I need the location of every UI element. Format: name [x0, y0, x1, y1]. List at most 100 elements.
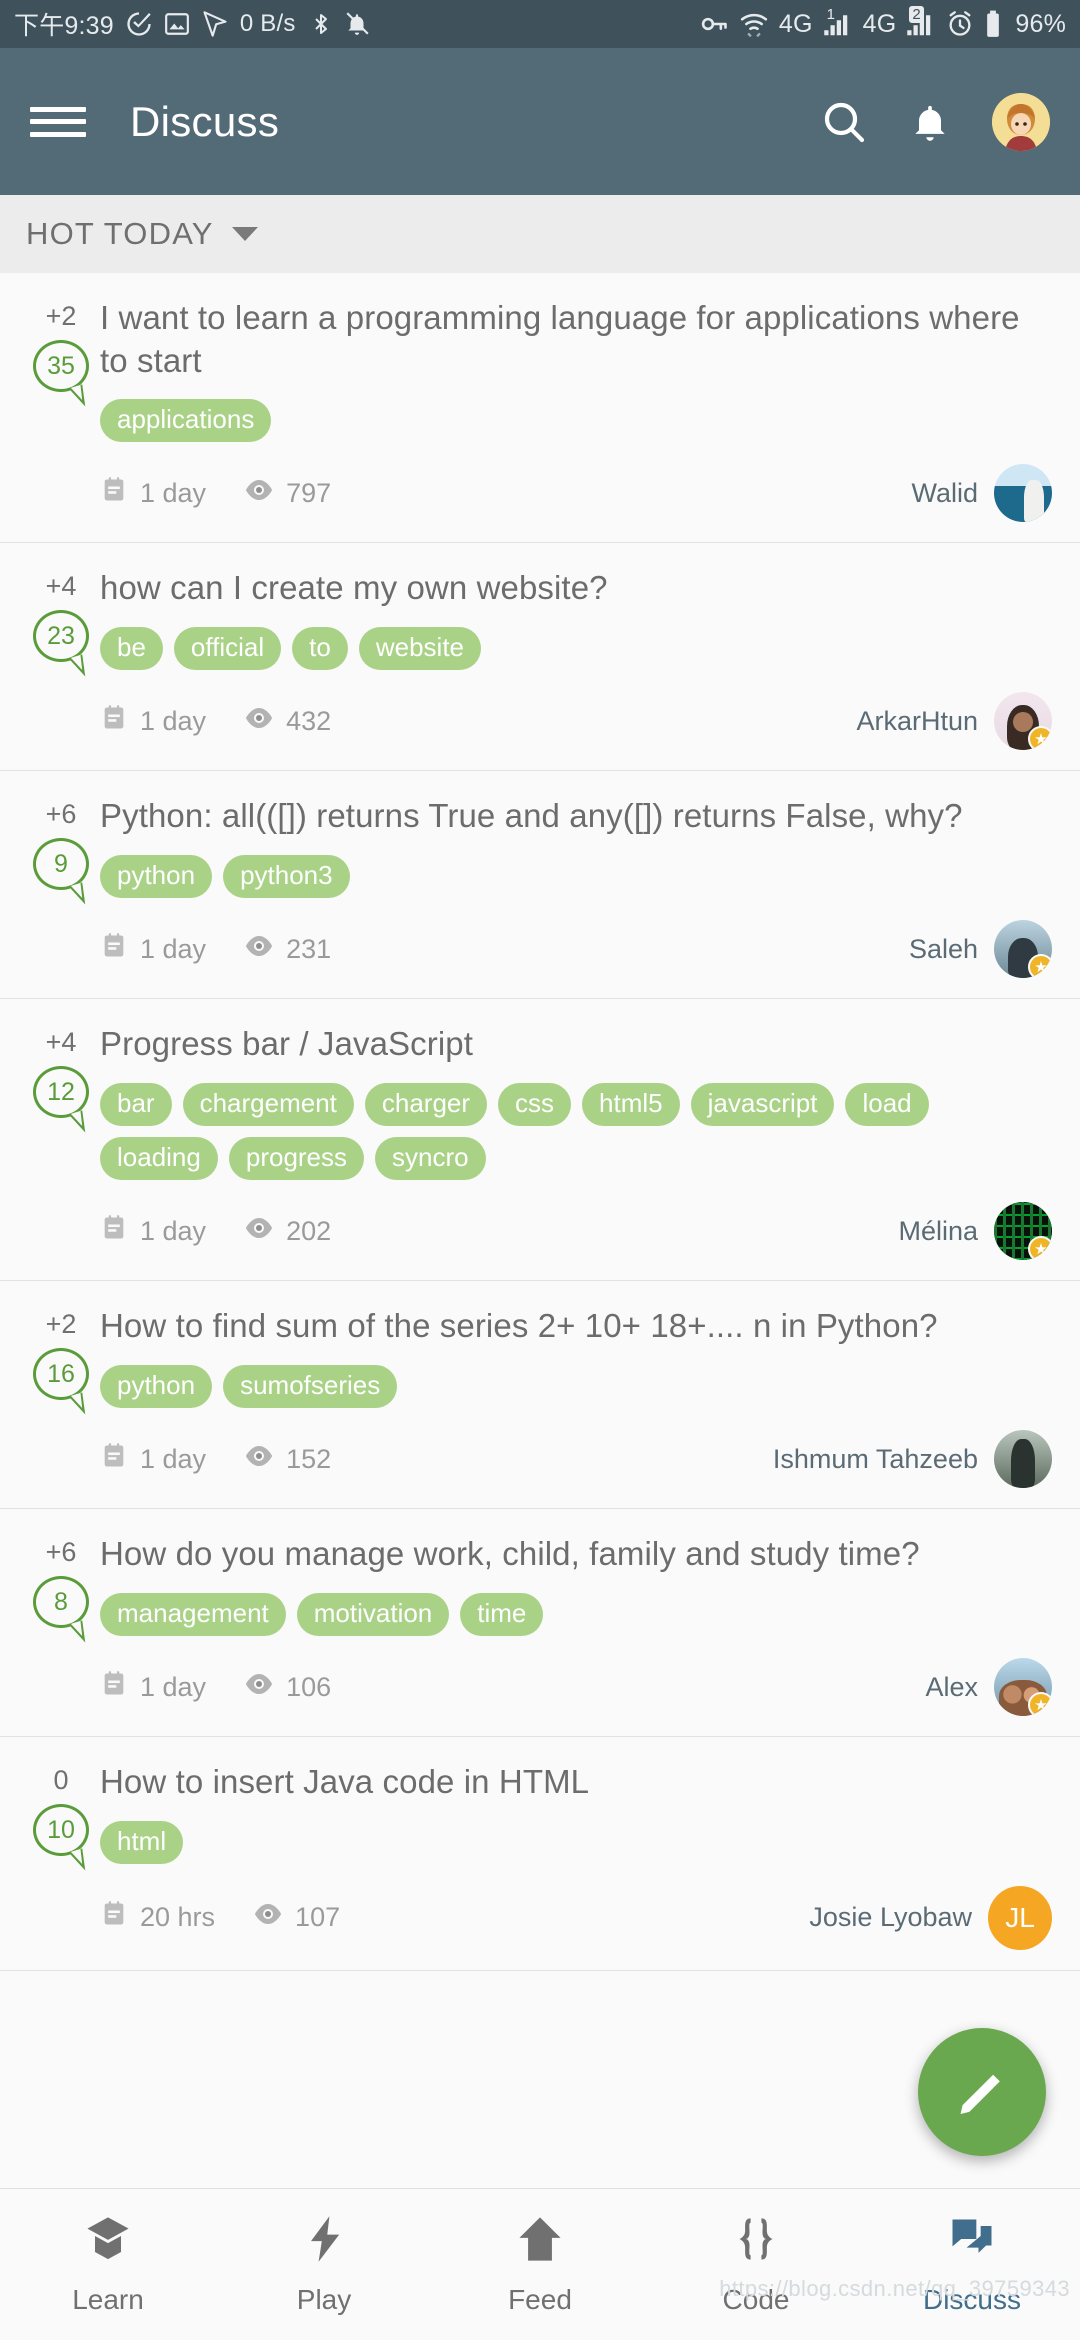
tag-list: html — [100, 1820, 1052, 1864]
post-title[interactable]: Python: all(([]) returns True and any([]… — [100, 795, 1052, 838]
avatar[interactable]: ★ — [994, 1202, 1052, 1261]
tag-chip[interactable]: python — [100, 854, 213, 899]
compose-fab[interactable] — [918, 2028, 1046, 2156]
eye-icon — [244, 706, 274, 737]
avatar[interactable]: ★ — [994, 692, 1052, 751]
post-item[interactable]: +6 8 How do you manage work, child, fami… — [0, 1509, 1080, 1738]
tag-chip[interactable]: official — [173, 626, 282, 671]
nav-item-play[interactable]: Play — [216, 2213, 432, 2316]
signal-icon-2: 2 — [906, 6, 936, 37]
post-item[interactable]: +6 9 Python: all(([]) returns True and a… — [0, 771, 1080, 1000]
tag-chip[interactable]: time — [460, 1592, 544, 1637]
avatar[interactable]: JL — [988, 1885, 1052, 1950]
eye-icon — [244, 1672, 274, 1703]
tag-chip[interactable]: css — [498, 1082, 572, 1126]
vote-count: +2 — [45, 301, 77, 331]
tag-chip[interactable]: to — [292, 626, 348, 671]
hamburger-icon[interactable] — [30, 100, 86, 144]
post-meta: 1 day 152 Ishmum Tahzeeb — [100, 1430, 1052, 1489]
post-item[interactable]: +2 16 How to find sum of the series 2+ 1… — [0, 1281, 1080, 1510]
bell-icon[interactable] — [908, 100, 952, 144]
post-author[interactable]: ArkarHtun — [856, 706, 978, 737]
tag-chip[interactable]: python3 — [223, 854, 350, 899]
post-item[interactable]: 0 10 How to insert Java code in HTML htm… — [0, 1737, 1080, 1971]
braces-icon — [730, 2213, 782, 2270]
nav-item-label: Play — [296, 2284, 352, 2315]
post-body: How to find sum of the series 2+ 10+ 18+… — [100, 1305, 1052, 1489]
eye-icon — [253, 1902, 283, 1933]
search-icon[interactable] — [820, 98, 868, 146]
post-title[interactable]: How to find sum of the series 2+ 10+ 18+… — [100, 1305, 1052, 1348]
tag-chip[interactable]: html — [100, 1820, 184, 1864]
post-item[interactable]: +4 23 how can I create my own website? b… — [0, 543, 1080, 772]
post-title[interactable]: How to insert Java code in HTML — [100, 1761, 1052, 1804]
answer-count: 23 — [47, 621, 75, 650]
nav-item-learn[interactable]: Learn — [0, 2213, 216, 2316]
bolt-icon — [298, 2213, 350, 2270]
post-author[interactable]: Alex — [925, 1672, 978, 1703]
post-author[interactable]: Saleh — [909, 934, 978, 965]
tag-chip[interactable]: sumofseries — [223, 1364, 398, 1409]
avatar[interactable] — [994, 1430, 1052, 1489]
wifi-icon — [739, 11, 769, 37]
tag-chip[interactable]: html5 — [582, 1082, 680, 1126]
tag-list: management motivation time — [100, 1592, 1052, 1637]
post-title[interactable]: How do you manage work, child, family an… — [100, 1533, 1052, 1576]
view-count: 432 — [286, 705, 332, 736]
tag-chip[interactable]: python — [100, 1364, 213, 1409]
answer-count: 10 — [47, 1815, 75, 1844]
tag-chip[interactable]: chargement — [182, 1082, 354, 1126]
post-title[interactable]: I want to learn a programming language f… — [100, 297, 1052, 382]
tag-chip[interactable]: be — [100, 626, 163, 671]
sort-selector[interactable]: HOT TODAY — [0, 195, 1080, 273]
answer-count: 12 — [47, 1077, 75, 1106]
tag-chip[interactable]: website — [358, 626, 481, 671]
page-title: Discuss — [130, 97, 280, 145]
tag-chip[interactable]: bar — [100, 1082, 172, 1126]
tag-list: applications — [100, 399, 1052, 443]
sort-label: HOT TODAY — [26, 216, 214, 251]
post-author[interactable]: Mélina — [898, 1216, 978, 1247]
tag-list: bar chargement charger css html5 javascript lo… — [100, 1082, 1052, 1181]
calendar-icon — [100, 1214, 128, 1249]
post-age: 1 day — [140, 1215, 207, 1246]
eye-icon — [244, 478, 274, 509]
tag-list: be official to website — [100, 626, 1052, 671]
nav-item-label: Feed — [508, 2284, 572, 2315]
post-author[interactable]: Ishmum Tahzeeb — [773, 1444, 978, 1475]
verified-star-icon: ★ — [1028, 1236, 1052, 1261]
avatar[interactable]: ★ — [994, 920, 1052, 979]
verified-star-icon: ★ — [1028, 1692, 1052, 1717]
post-meta: 1 day 797 Walid — [100, 464, 1052, 523]
tag-chip[interactable]: javascript — [690, 1082, 835, 1126]
post-item[interactable]: +4 12 Progress bar / JavaScript bar charg… — [0, 999, 1080, 1282]
tag-chip[interactable]: syncro — [375, 1137, 486, 1181]
status-time: 下午9:39 — [14, 12, 114, 40]
post-title[interactable]: Progress bar / JavaScript — [100, 1023, 1052, 1066]
post-title[interactable]: how can I create my own website? — [100, 567, 1052, 610]
avatar[interactable]: ★ — [994, 1658, 1052, 1717]
tag-chip[interactable]: charger — [364, 1082, 488, 1126]
post-age: 1 day — [140, 1671, 207, 1702]
post-item[interactable]: +2 35 I want to learn a programming lang… — [0, 273, 1080, 544]
tag-chip[interactable]: progress — [228, 1137, 365, 1181]
sim2-label: 4G — [862, 9, 897, 38]
chevron-down-icon[interactable] — [231, 227, 258, 241]
post-author[interactable]: Walid — [911, 478, 978, 509]
answer-bubble-icon: 35 — [33, 340, 89, 392]
vote-column: +2 16 — [22, 1305, 100, 1488]
vote-count: +4 — [45, 1027, 77, 1058]
nav-item-feed[interactable]: Feed — [432, 2213, 648, 2316]
tag-chip[interactable]: management — [100, 1592, 286, 1637]
tag-chip[interactable]: load — [845, 1082, 929, 1126]
avatar[interactable] — [994, 464, 1052, 523]
tag-chip[interactable]: loading — [100, 1137, 218, 1181]
post-author[interactable]: Josie Lyobaw — [809, 1902, 972, 1933]
vote-column: +6 8 — [22, 1533, 100, 1716]
tag-chip[interactable]: applications — [100, 399, 272, 443]
avatar[interactable] — [992, 92, 1050, 151]
post-body: How do you manage work, child, family an… — [100, 1533, 1052, 1717]
tag-chip[interactable]: motivation — [296, 1592, 450, 1637]
post-age: 1 day — [140, 477, 207, 508]
calendar-icon — [100, 1900, 128, 1935]
